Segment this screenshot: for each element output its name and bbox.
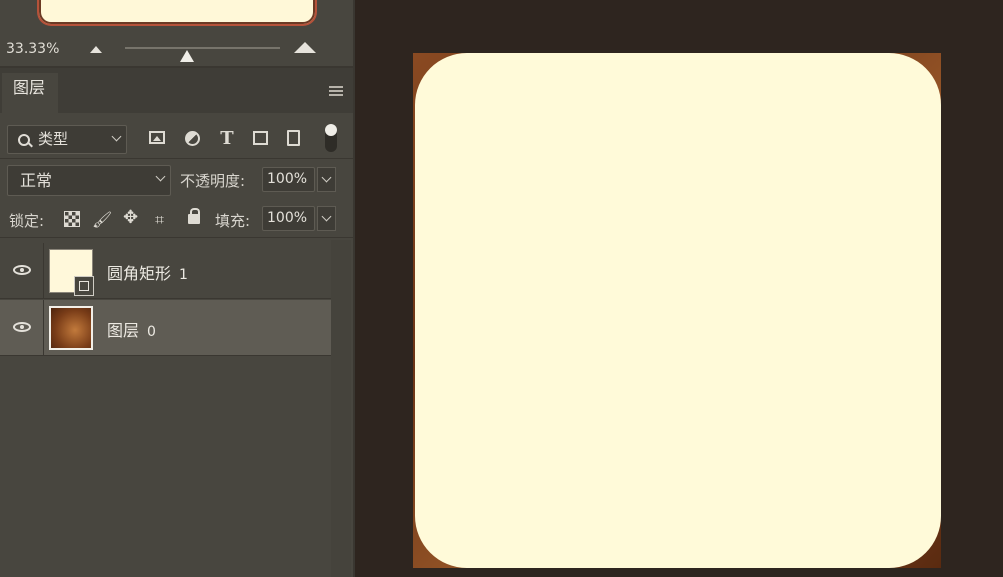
divider xyxy=(43,243,44,298)
navigator-preview[interactable] xyxy=(37,0,317,26)
lock-image-pixels-icon[interactable]: 🖌 xyxy=(92,210,112,229)
blend-mode-value: 正常 xyxy=(20,171,53,190)
shape-layer-badge-icon xyxy=(74,276,94,296)
fill-input[interactable]: 100% xyxy=(262,206,315,231)
layers-tab-bar: 图层 xyxy=(0,68,353,113)
visibility-eye-icon[interactable] xyxy=(13,265,31,275)
layer-name-text: 圆角矩形 xyxy=(107,264,172,283)
layer-filter-select[interactable]: 类型 xyxy=(7,125,127,154)
adjustment-layer-filter-icon[interactable] xyxy=(185,131,200,146)
chevron-down-icon xyxy=(321,172,332,183)
layer-name[interactable]: 圆角矩形 1 xyxy=(107,260,188,284)
layer-number: 0 xyxy=(147,324,156,340)
visibility-eye-icon[interactable] xyxy=(13,322,31,332)
fill-label: 填充: xyxy=(215,212,251,230)
lock-label: 锁定: xyxy=(9,212,45,230)
zoom-in-icon[interactable] xyxy=(294,42,316,53)
opacity-dropdown-button[interactable] xyxy=(317,167,336,192)
layer-name[interactable]: 图层 0 xyxy=(107,317,156,341)
smart-object-filter-icon[interactable] xyxy=(287,130,300,146)
opacity-label: 不透明度: xyxy=(180,172,246,190)
divider xyxy=(0,158,353,159)
layers-panel-dock: 33.33% 图层 类型 T 正常 不透明度: 100% 锁定: 🖌 ✥ ⌗ 填… xyxy=(0,0,355,577)
zoom-out-icon[interactable] xyxy=(90,46,102,53)
layer-name-text: 图层 xyxy=(107,321,140,340)
lock-all-icon[interactable] xyxy=(188,208,200,224)
type-layer-filter-icon[interactable]: T xyxy=(217,129,237,149)
chevron-down-icon xyxy=(155,171,166,182)
filter-toggle-switch[interactable] xyxy=(325,124,337,152)
divider xyxy=(43,300,44,355)
lock-transparent-pixels-icon[interactable] xyxy=(64,211,80,227)
search-icon xyxy=(18,134,30,146)
zoom-slider-thumb[interactable] xyxy=(180,50,194,62)
navigator-zoom-row: 33.33% xyxy=(0,36,353,66)
lock-position-icon[interactable]: ✥ xyxy=(123,207,138,228)
opacity-input[interactable]: 100% xyxy=(262,167,315,192)
lock-artboard-icon[interactable]: ⌗ xyxy=(155,210,164,230)
filter-kind-label: 类型 xyxy=(38,130,69,148)
fill-dropdown-button[interactable] xyxy=(317,206,336,231)
pixel-layer-filter-icon[interactable] xyxy=(149,131,165,144)
panel-menu-icon[interactable] xyxy=(329,86,343,96)
layer-number: 1 xyxy=(179,267,188,283)
chevron-down-icon xyxy=(111,131,122,142)
divider xyxy=(0,237,353,238)
tab-layers[interactable]: 图层 xyxy=(2,73,58,113)
layer-row-layer-0[interactable]: 图层 0 xyxy=(0,300,331,356)
shape-layer-filter-icon[interactable] xyxy=(253,131,268,145)
layers-scrollbar[interactable] xyxy=(331,240,351,577)
zoom-slider-track[interactable] xyxy=(125,47,280,49)
chevron-down-icon xyxy=(321,211,332,222)
layer-row-rounded-rect[interactable]: 圆角矩形 1 xyxy=(0,243,331,299)
blend-mode-select[interactable]: 正常 xyxy=(7,165,171,196)
zoom-percentage[interactable]: 33.33% xyxy=(6,41,59,57)
layer-thumbnail[interactable] xyxy=(49,306,93,350)
canvas-rounded-rectangle[interactable] xyxy=(415,53,941,568)
